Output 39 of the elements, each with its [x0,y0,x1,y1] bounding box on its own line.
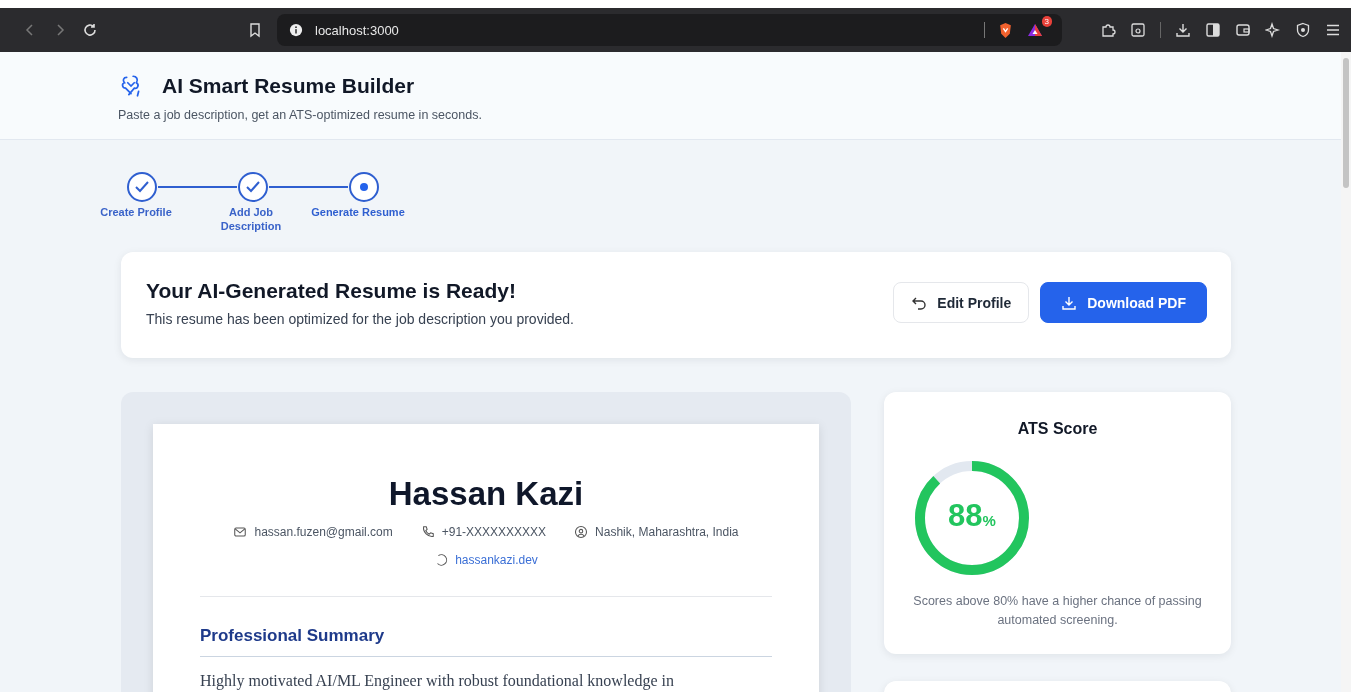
step-label: Add Job Description [219,205,283,233]
score-note: Scores above 80% have a higher chance of passing automated screening. [912,593,1203,629]
sparkle-icon[interactable] [1265,22,1281,38]
reload-icon[interactable] [82,22,98,38]
notification-badge: 3 [1041,16,1052,27]
menu-icon[interactable] [1325,22,1341,38]
sidebar-icon[interactable] [1205,22,1221,38]
shield-icon[interactable] [1295,22,1311,38]
app-subtitle: Paste a job description, get an ATS-optimized resume in seconds. [118,108,483,122]
arc-icon [434,553,449,567]
banner-subtitle: This resume has been optimized for the job description you provided. [146,311,574,327]
download-icon[interactable] [1175,22,1191,38]
location-text: Nashik, Maharashtra, India [595,525,739,539]
website-link[interactable]: hassankazi.dev [455,553,538,567]
phone-text: +91-XXXXXXXXXX [441,525,547,539]
person-name: Hassan Kazi [387,475,585,513]
info-icon [289,23,303,37]
email-text: hassan.fuzen@gmail.com [254,525,393,539]
app-title: AI Smart Resume Builder [162,74,415,98]
wallet-icon[interactable] [1235,22,1251,38]
download-icon [1061,294,1078,311]
screenshot-icon[interactable] [1130,22,1146,38]
summary-text: Highly motivated AI/ML Engineer with robust foundational knowledge in [200,672,675,691]
phone-icon [420,525,435,539]
triangle-icon[interactable] [1026,22,1044,38]
edit-button[interactable]: Edit Profile [893,282,1030,323]
ats-title: ATS Score [1016,420,1099,438]
step-label: Create Profile [99,205,173,219]
puzzle-icon[interactable] [1100,22,1116,38]
banner-title: Your AI-Generated Resume is Ready! [146,279,517,303]
bookmark-icon[interactable] [247,22,263,38]
step-label: Generate Resume [310,205,406,219]
download-button[interactable]: Download PDF [1040,282,1207,323]
person-circle-icon [574,525,589,539]
address-bar[interactable]: localhost:3000 3 [277,14,1062,46]
score-value: 88% [947,498,997,534]
lion-shield-icon[interactable] [997,21,1014,39]
mail-icon [233,525,248,539]
section-heading: Professional Summary [200,626,386,646]
